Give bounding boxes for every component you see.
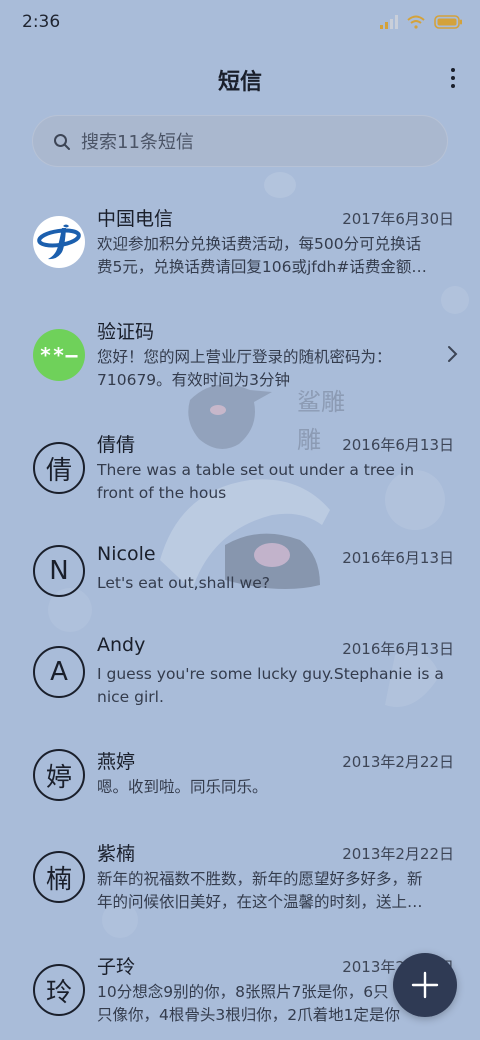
more-dot-icon [451, 68, 455, 72]
search-input[interactable] [81, 116, 421, 168]
contact-avatar: 婷 [33, 749, 85, 801]
contact-avatar: 玲 [33, 964, 85, 1016]
new-message-button[interactable] [393, 953, 457, 1017]
more-dot-icon [451, 84, 455, 88]
contact-name: 验证码 [97, 321, 155, 343]
status-time: 2:36 [22, 12, 61, 32]
search-icon [54, 134, 70, 150]
conversation-item[interactable]: 楠 紫楠 2013年2月22日 新年的祝福数不胜数，新年的愿望好多好多，新 年的… [0, 825, 480, 925]
contact-name: 紫楠 [97, 843, 136, 865]
more-dot-icon [451, 76, 455, 80]
battery-icon [434, 15, 462, 29]
message-preview: I guess you're some lucky guy.Stephanie … [97, 665, 444, 706]
status-bar: 2:36 [0, 0, 480, 44]
conversation-item[interactable]: A Andy 2016年6月13日 I guess you're some lu… [0, 620, 480, 720]
contact-name: 燕婷 [97, 751, 136, 773]
contact-avatar: N [33, 545, 85, 597]
message-preview: 欢迎参加积分兑换话费活动，每500分可兑换话 费5元，兑换话费请回复106或jf… [97, 235, 427, 276]
contact-name: Nicole [97, 543, 156, 565]
telecom-logo-avatar [33, 216, 85, 268]
conversation-item[interactable]: 倩 倩倩 2016年6月13日 There was a table set ou… [0, 416, 480, 516]
contact-name: Andy [97, 634, 146, 656]
message-date: 2016年6月13日 [342, 640, 454, 658]
message-preview: 嗯。收到啦。同乐同乐。 [97, 778, 268, 796]
wifi-icon [407, 15, 425, 29]
message-preview: 您好！您的网上营业厅登录的随机密码为： 710679。有效时间为3分钟 [97, 348, 392, 389]
conversation-item[interactable]: 中国电信 2017年6月30日 欢迎参加积分兑换话费活动，每500分可兑换话 费… [0, 190, 480, 290]
message-date: 2016年6月13日 [342, 549, 454, 567]
plus-icon [411, 971, 439, 999]
china-telecom-logo-icon [34, 217, 84, 267]
message-preview: 新年的祝福数不胜数，新年的愿望好多好多，新 年的问候依旧美好，在这个温馨的时刻，… [97, 870, 423, 911]
top-bar: 短信 [0, 54, 480, 104]
search-box[interactable] [32, 115, 448, 168]
message-date: 2017年6月30日 [342, 210, 454, 228]
contact-avatar: 楠 [33, 851, 85, 903]
conversation-item[interactable]: **– 验证码 您好！您的网上营业厅登录的随机密码为： 710679。有效时间为… [0, 303, 480, 403]
message-date: 2016年6月13日 [342, 436, 454, 454]
status-icons [380, 12, 462, 32]
contact-avatar: 倩 [33, 442, 85, 494]
message-preview: Let's eat out,shall we? [97, 574, 270, 592]
conversation-item[interactable]: 婷 燕婷 2013年2月22日 嗯。收到啦。同乐同乐。 [0, 733, 480, 833]
more-options-button[interactable] [446, 64, 460, 92]
chevron-right-icon[interactable] [446, 345, 458, 363]
contact-name: 中国电信 [97, 208, 174, 230]
contact-name: 倩倩 [97, 434, 136, 456]
message-date: 2013年2月22日 [342, 753, 454, 771]
contact-name: 子玲 [97, 956, 136, 978]
page-title: 短信 [217, 70, 262, 95]
conversation-item[interactable]: N Nicole 2016年6月13日 Let's eat out,shall … [0, 529, 480, 629]
verification-code-avatar: **– [33, 329, 85, 381]
message-date: 2013年2月22日 [342, 845, 454, 863]
contact-avatar: A [33, 646, 85, 698]
message-preview: There was a table set out under a tree i… [97, 461, 415, 502]
signal-icon [380, 15, 398, 29]
